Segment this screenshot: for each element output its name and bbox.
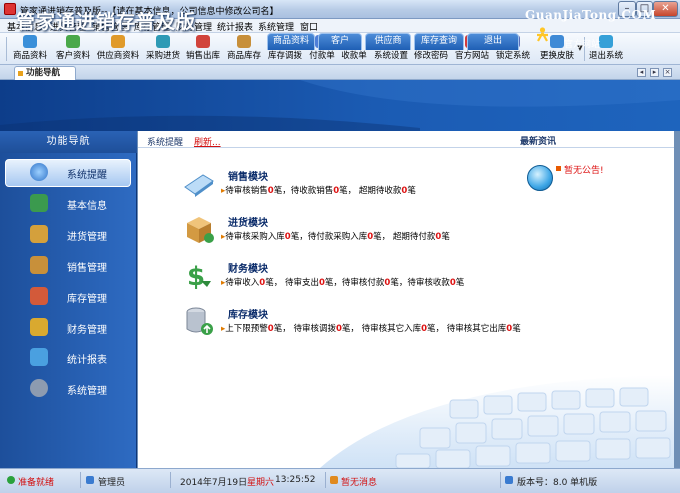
module-details: ▸待审收入0笔， 待审支出0笔，待审核付款0笔，待审核收款0笔 (221, 278, 465, 288)
news-download-icon (527, 165, 553, 191)
breadcrumb: 系统提醒 (147, 138, 184, 148)
status-date: 2014年7月19日 (180, 478, 248, 488)
sidebar-item-basic-info[interactable]: 基本信息 (3, 189, 135, 218)
news-bullet-icon (556, 166, 561, 171)
mascot-icon (537, 27, 548, 42)
box-out-icon (30, 256, 48, 274)
toolbar-supplier-button[interactable]: 供应商资料 (96, 35, 140, 63)
tab-scroll-left-button[interactable]: ◂ (637, 68, 646, 77)
status-separator (325, 472, 326, 488)
customer-icon (66, 35, 80, 48)
news-title: 最新资讯 (520, 137, 557, 147)
close-icon: × (664, 68, 671, 76)
official-site-link[interactable]: 官方网站 (564, 37, 600, 50)
module-details: ▸待审核采购入库0笔，待付款采购入库0笔， 超期待付款0笔 (221, 232, 450, 242)
sidebar-item-purchase[interactable]: 进货管理 (3, 220, 135, 249)
sidebar-item-finance[interactable]: 财务管理 (3, 313, 135, 342)
sidebar-item-system[interactable]: 系统管理 (3, 374, 135, 403)
module-title: 财务模块 (228, 264, 268, 275)
coins-icon (30, 318, 48, 336)
purchase-icon (156, 35, 170, 48)
tab-close-button[interactable]: × (663, 68, 672, 77)
status-ready: 准备就绪 (18, 478, 55, 488)
supplier-icon (111, 35, 125, 48)
close-button[interactable]: ✕ (653, 1, 678, 17)
status-separator (500, 472, 501, 488)
finance-module-icon: $ (187, 262, 211, 291)
tab-function-nav[interactable]: 功能导航 (14, 66, 76, 80)
sidebar-item-inventory[interactable]: 库存管理 (3, 282, 135, 311)
toolbar-product-button[interactable]: 商品资料 (13, 35, 47, 63)
box-in-icon (30, 225, 48, 243)
user-icon (86, 476, 94, 484)
banner-decoration (0, 80, 680, 131)
module-details: ▸上下限预警0笔， 待审核调拨0笔， 待审核其它入库0笔， 待审核其它出库0笔 (221, 324, 521, 334)
close-icon: ✕ (661, 3, 670, 14)
refresh-link[interactable]: 刷新... (194, 135, 221, 148)
message-icon (330, 476, 338, 484)
keyboard-watermark-image (320, 375, 674, 468)
status-version: 版本号：8.0 单机版 (517, 478, 598, 488)
news-item[interactable]: 暂无公告! (564, 163, 604, 176)
sidebar-item-reminders[interactable]: 系统提醒 (3, 158, 135, 187)
chevron-right-icon: ▸ (652, 68, 657, 76)
sidebar-item-sales[interactable]: 销售管理 (3, 251, 135, 280)
sales-out-icon (196, 35, 210, 48)
chevron-left-icon: ◂ (639, 68, 644, 76)
exit-icon (599, 35, 613, 48)
banner-url: GuanJiaTong.COM (525, 8, 657, 22)
status-time: 13:25:52 (275, 475, 316, 485)
banner (0, 80, 680, 131)
info-icon (30, 163, 48, 181)
blocks-icon (30, 194, 48, 212)
toolbar-purchase-button[interactable]: 采购进货 (145, 35, 181, 63)
status-message[interactable]: 暂无消息 (341, 475, 377, 488)
inventory-icon (237, 35, 251, 48)
menu-window[interactable]: 窗口 (300, 20, 318, 33)
menu-reports[interactable]: 统计报表 (217, 20, 253, 33)
gears-icon (30, 379, 48, 397)
tab-bar: 功能导航 ◂ ▸ × (0, 65, 680, 80)
sales-module-icon (184, 174, 214, 197)
tab-icon (18, 71, 23, 76)
module-title: 库存模块 (228, 310, 268, 321)
banner-nav-exit[interactable]: 退出 (467, 33, 519, 50)
app-icon (4, 3, 16, 15)
status-indicator-icon (7, 476, 15, 484)
inventory-module-icon (186, 307, 213, 335)
banner-nav-product[interactable]: 商品资料 (267, 33, 315, 50)
warehouse-icon (30, 287, 48, 305)
toolbar-grip (6, 37, 7, 61)
status-user: 管理员 (98, 478, 126, 488)
banner-nav-supplier[interactable]: 供应商 (365, 33, 411, 50)
chart-icon (30, 348, 48, 366)
banner-title: 管家通进销存普及版 (16, 11, 197, 33)
banner-nav-stock-query[interactable]: 库存查询 (414, 33, 464, 50)
product-icon (23, 35, 37, 48)
sidebar-item-reports[interactable]: 统计报表 (3, 343, 135, 372)
banner-nav-customer[interactable]: 客户 (318, 33, 362, 50)
version-icon (505, 476, 513, 484)
module-title: 进货模块 (228, 218, 268, 229)
module-details: ▸待审核销售0笔，待收款销售0笔， 超期待收款0笔 (221, 186, 416, 196)
menu-system[interactable]: 系统管理 (258, 20, 294, 33)
purchase-module-icon (187, 217, 214, 243)
toolbar-sales-out-button[interactable]: 销售出库 (185, 35, 221, 63)
toolbar-customer-button[interactable]: 客户资料 (55, 35, 91, 63)
skin-icon (550, 35, 564, 48)
module-title: 销售模块 (228, 172, 268, 183)
sidebar-title: 功能导航 (0, 131, 137, 153)
status-weekday: 星期六 (247, 478, 275, 488)
tab-scroll-right-button[interactable]: ▸ (650, 68, 659, 77)
status-separator (170, 472, 171, 488)
toolbar-inventory-button[interactable]: 商品库存 (225, 35, 263, 63)
svg-text:$: $ (187, 262, 205, 291)
status-separator (80, 472, 81, 488)
